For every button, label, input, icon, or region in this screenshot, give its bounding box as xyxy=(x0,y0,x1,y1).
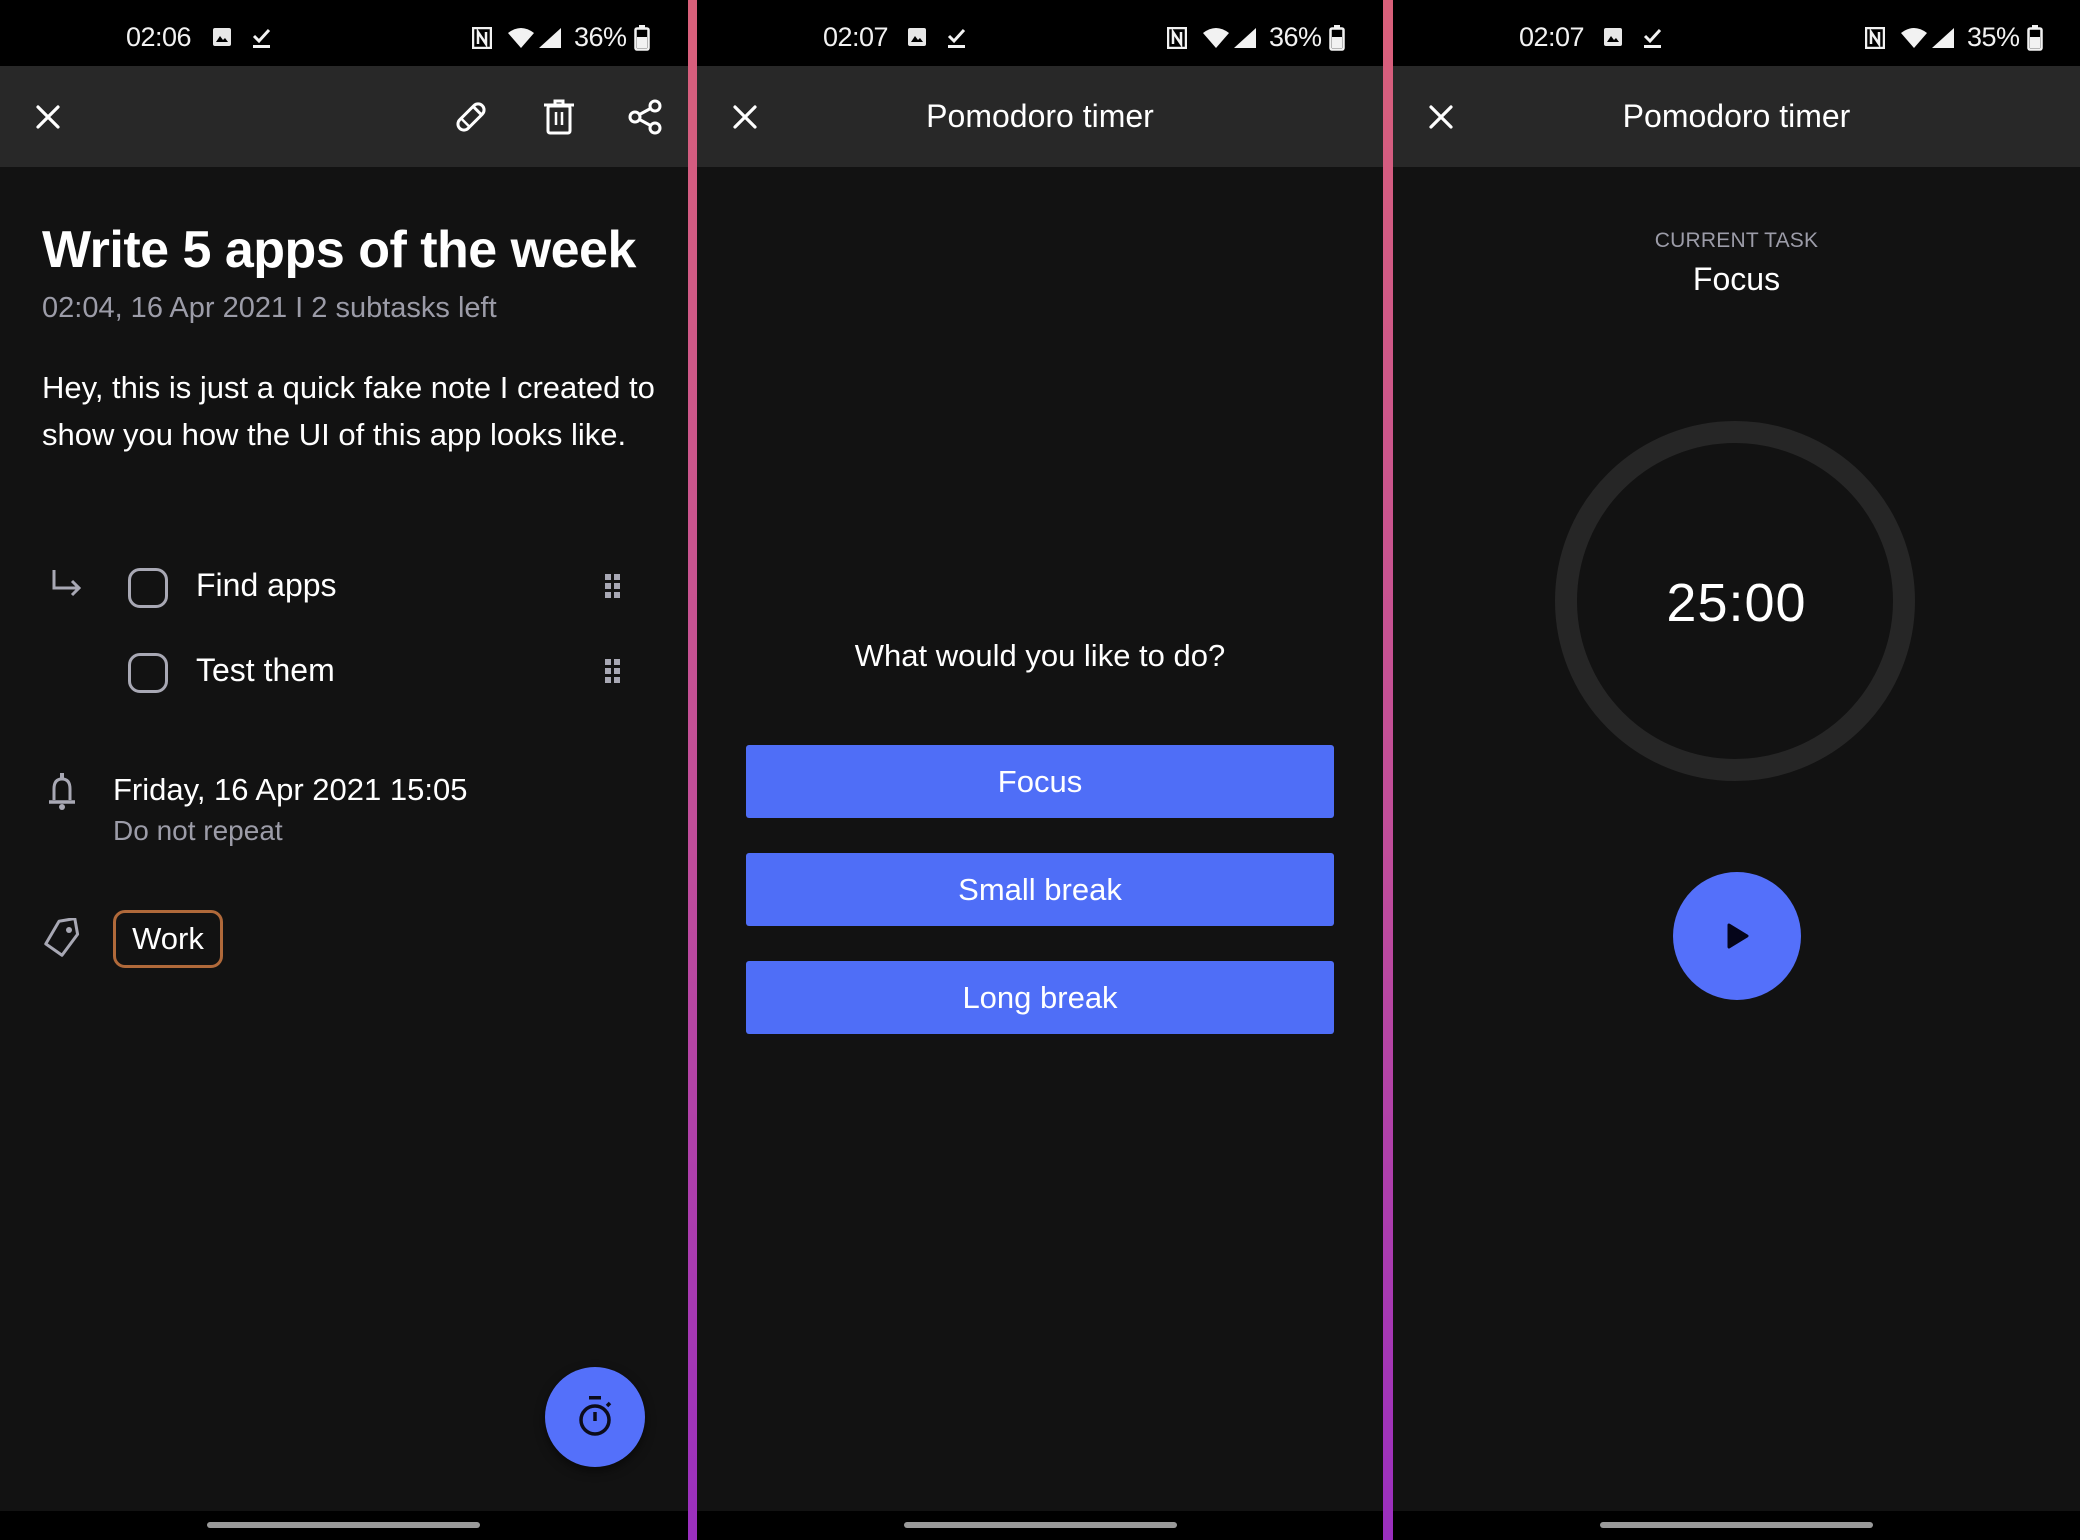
pomodoro-choose-screen: 02:07 36% Pomodoro timer What would you … xyxy=(697,0,1383,1540)
subtask-checkbox[interactable] xyxy=(128,568,168,608)
image-icon xyxy=(213,28,231,46)
nfc-icon xyxy=(1865,27,1885,49)
toolbar-title: Pomodoro timer xyxy=(1622,98,1851,134)
nav-bar xyxy=(697,1511,1383,1540)
play-button[interactable] xyxy=(1673,872,1801,1000)
stopwatch-icon xyxy=(579,1396,612,1436)
toolbar: Pomodoro timer xyxy=(697,66,1383,167)
wifi-icon xyxy=(1901,28,1927,48)
note-detail-screen: 02:06 36% Write 5 apps of the week 02:04… xyxy=(0,0,688,1540)
nav-bar xyxy=(1393,1511,2080,1540)
image-icon xyxy=(1604,28,1622,46)
current-task-value: Focus xyxy=(1692,261,1781,297)
toolbar: Pomodoro timer xyxy=(1393,66,2080,167)
subtask-item[interactable]: Find apps xyxy=(0,557,688,617)
home-indicator[interactable] xyxy=(904,1522,1177,1528)
edit-icon[interactable] xyxy=(453,99,489,135)
status-bar: 02:06 36% xyxy=(0,0,688,66)
nav-bar xyxy=(0,1511,688,1540)
battery-percent: 36% xyxy=(1269,22,1322,52)
battery-percent: 35% xyxy=(1967,22,2020,52)
battery-icon xyxy=(2027,25,2043,51)
long-break-button[interactable]: Long break xyxy=(746,961,1334,1034)
status-time: 02:07 xyxy=(823,22,889,52)
reminder-repeat: Do not repeat xyxy=(113,815,283,846)
delete-icon[interactable] xyxy=(541,99,577,135)
reminder-date[interactable]: Friday, 16 Apr 2021 15:05 xyxy=(113,772,467,808)
battery-percent: 36% xyxy=(574,22,627,52)
pomodoro-fab[interactable] xyxy=(545,1367,645,1467)
wifi-icon xyxy=(1203,28,1229,48)
pomodoro-timer-screen: 02:07 35% Pomodoro timer CURRENT TASK Fo… xyxy=(1393,0,2080,1540)
focus-button[interactable]: Focus xyxy=(746,745,1334,818)
download-done-icon xyxy=(947,28,966,48)
close-icon[interactable] xyxy=(30,99,66,135)
status-bar: 02:07 36% xyxy=(697,0,1383,66)
share-icon[interactable] xyxy=(627,99,663,135)
image-icon xyxy=(908,28,926,46)
subtask-checkbox[interactable] xyxy=(128,653,168,693)
divider xyxy=(688,0,697,1540)
wifi-icon xyxy=(508,28,534,48)
drag-handle-icon[interactable] xyxy=(604,573,622,599)
note-meta: 02:04, 16 Apr 2021 I 2 subtasks left xyxy=(42,292,497,324)
toolbar-title: Pomodoro timer xyxy=(926,98,1154,134)
signal-icon xyxy=(539,28,561,48)
status-time: 02:07 xyxy=(1519,22,1585,52)
home-indicator[interactable] xyxy=(207,1522,480,1528)
current-task-label: CURRENT TASK xyxy=(1654,229,1819,252)
tag-chip-work[interactable]: Work xyxy=(113,910,223,968)
nfc-icon xyxy=(472,27,492,49)
battery-icon xyxy=(634,25,650,51)
small-break-button[interactable]: Small break xyxy=(746,853,1334,926)
download-done-icon xyxy=(252,28,271,48)
signal-icon xyxy=(1234,28,1256,48)
tag-icon xyxy=(44,918,80,957)
home-indicator[interactable] xyxy=(1600,1522,1873,1528)
battery-icon xyxy=(1329,25,1345,51)
toolbar xyxy=(0,66,688,167)
signal-icon xyxy=(1932,28,1954,48)
download-done-icon xyxy=(1643,28,1662,48)
subtask-label: Test them xyxy=(196,652,335,688)
nfc-icon xyxy=(1167,27,1187,49)
play-icon xyxy=(1727,923,1749,949)
note-title: Write 5 apps of the week xyxy=(42,221,636,279)
drag-handle-icon[interactable] xyxy=(604,658,622,684)
subtask-label: Find apps xyxy=(196,567,337,603)
note-body: Hey, this is just a quick fake note I cr… xyxy=(42,370,655,452)
question-text: What would you like to do? xyxy=(854,638,1226,673)
timer-display: 25:00 xyxy=(1666,573,1807,633)
status-bar: 02:07 35% xyxy=(1393,0,2080,66)
divider xyxy=(1383,0,1393,1540)
status-time: 02:06 xyxy=(126,22,192,52)
bell-icon xyxy=(49,773,75,810)
subtask-item[interactable]: Test them xyxy=(0,642,688,702)
